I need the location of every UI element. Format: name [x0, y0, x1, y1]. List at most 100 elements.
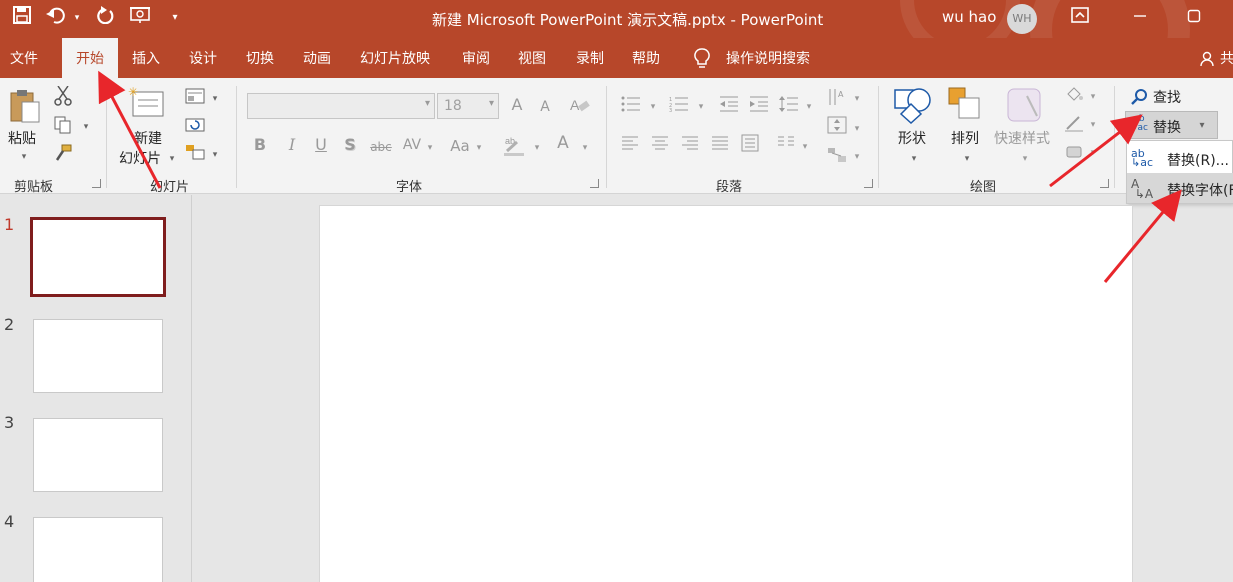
- new-slide-dropdown-icon[interactable]: ▾: [167, 150, 177, 168]
- clipboard-launcher-icon[interactable]: [92, 179, 101, 188]
- slide-canvas[interactable]: [319, 205, 1133, 582]
- share-icon[interactable]: [1200, 38, 1220, 78]
- text-direction-dropdown-icon[interactable]: ▾: [852, 90, 862, 108]
- paste-button[interactable]: 粘贴: [8, 128, 36, 148]
- ribbon-display-icon[interactable]: [1068, 6, 1092, 30]
- tab-animations[interactable]: 动画: [303, 38, 331, 78]
- italic-icon[interactable]: I: [284, 136, 300, 154]
- quick-styles-dropdown-icon[interactable]: ▾: [1020, 150, 1030, 168]
- shapes-button[interactable]: 形状: [898, 128, 926, 148]
- avatar[interactable]: WH: [1007, 4, 1037, 34]
- shape-effects-dropdown-icon[interactable]: ▾: [1088, 144, 1098, 162]
- tab-view[interactable]: 视图: [518, 38, 546, 78]
- shrink-font-icon[interactable]: A: [537, 98, 553, 116]
- font-color-dropdown-icon[interactable]: ▾: [580, 139, 590, 157]
- copy-dropdown-icon[interactable]: ▾: [80, 118, 92, 136]
- highlight-dropdown-icon[interactable]: ▾: [532, 139, 542, 157]
- text-shadow-icon[interactable]: S: [342, 136, 358, 154]
- line-spacing-icon[interactable]: [778, 96, 800, 116]
- layout-icon[interactable]: [184, 88, 206, 108]
- align-right-icon[interactable]: [680, 136, 700, 154]
- arrange-icon[interactable]: [947, 86, 983, 124]
- font-color-icon[interactable]: A: [553, 134, 573, 152]
- font-launcher-icon[interactable]: [590, 179, 599, 188]
- paste-icon[interactable]: [8, 88, 42, 124]
- font-name-combo[interactable]: ▾: [247, 93, 435, 119]
- minimize-icon[interactable]: [1128, 6, 1152, 30]
- columns-icon[interactable]: [776, 136, 796, 154]
- columns-dropdown-icon[interactable]: ▾: [800, 138, 810, 156]
- tab-file[interactable]: 文件: [10, 38, 38, 78]
- new-slide-icon[interactable]: ✳: [128, 85, 168, 120]
- section-icon[interactable]: [184, 144, 206, 164]
- tell-me-search[interactable]: 操作说明搜索: [726, 38, 810, 78]
- paste-dropdown-icon[interactable]: ▾: [18, 148, 30, 166]
- char-spacing-dropdown-icon[interactable]: ▾: [425, 139, 435, 157]
- highlight-icon[interactable]: ab: [503, 134, 525, 160]
- section-dropdown-icon[interactable]: ▾: [210, 146, 220, 164]
- tab-slideshow[interactable]: 幻灯片放映: [360, 38, 430, 78]
- tab-design[interactable]: 设计: [189, 38, 217, 78]
- align-center-icon[interactable]: [650, 136, 670, 154]
- char-spacing-icon[interactable]: AV: [401, 136, 423, 154]
- replace-dropdown-icon[interactable]: ▾: [1196, 117, 1208, 135]
- new-slide-line1[interactable]: 新建: [134, 128, 162, 148]
- tab-review[interactable]: 审阅: [462, 38, 490, 78]
- bold-icon[interactable]: B: [252, 136, 268, 154]
- smartart-icon[interactable]: [826, 146, 848, 168]
- user-name[interactable]: wu hao: [942, 8, 996, 26]
- tab-share[interactable]: 共: [1220, 38, 1233, 78]
- align-left-icon[interactable]: [620, 136, 640, 154]
- tab-record[interactable]: 录制: [576, 38, 604, 78]
- justify-icon[interactable]: [710, 136, 730, 154]
- undo-icon[interactable]: [44, 6, 68, 31]
- restore-icon[interactable]: [1182, 6, 1206, 30]
- copy-icon[interactable]: [54, 116, 72, 138]
- increase-indent-icon[interactable]: [748, 96, 770, 116]
- text-direction-icon[interactable]: A: [826, 88, 848, 110]
- layout-dropdown-icon[interactable]: ▾: [210, 90, 220, 108]
- change-case-icon[interactable]: Aa: [449, 137, 471, 155]
- paragraph-launcher-icon[interactable]: [864, 179, 873, 188]
- slide-thumbnail-2[interactable]: [33, 319, 163, 393]
- arrange-button[interactable]: 排列: [951, 128, 979, 148]
- menu-item-replace-font[interactable]: A ↳A 替换字体(F): [1127, 173, 1233, 203]
- decrease-indent-icon[interactable]: [718, 96, 740, 116]
- slide-thumbnail-1[interactable]: [30, 217, 166, 297]
- tab-home[interactable]: 开始: [62, 38, 118, 78]
- present-icon[interactable]: [128, 6, 154, 31]
- change-case-dropdown-icon[interactable]: ▾: [474, 139, 484, 157]
- menu-item-replace[interactable]: ab ↳ac 替换(R)...: [1127, 143, 1233, 173]
- reset-icon[interactable]: [184, 116, 206, 136]
- slide-thumbnail-4[interactable]: [33, 517, 163, 582]
- tab-help[interactable]: 帮助: [632, 38, 660, 78]
- find-button[interactable]: 查找: [1153, 87, 1181, 107]
- strikethrough-icon[interactable]: abc: [369, 138, 393, 156]
- lightbulb-icon[interactable]: [694, 38, 716, 78]
- shape-effects-icon[interactable]: [1064, 142, 1084, 164]
- line-spacing-dropdown-icon[interactable]: ▾: [804, 98, 814, 116]
- tab-insert[interactable]: 插入: [132, 38, 160, 78]
- tab-transitions[interactable]: 切换: [246, 38, 274, 78]
- smartart-dropdown-icon[interactable]: ▾: [852, 148, 862, 166]
- clear-format-icon[interactable]: A: [569, 96, 591, 118]
- new-slide-line2[interactable]: 幻灯片: [119, 148, 161, 168]
- grow-font-icon[interactable]: A: [508, 96, 526, 114]
- cut-icon[interactable]: [54, 85, 72, 110]
- bullets-icon[interactable]: [620, 96, 642, 116]
- bullets-dropdown-icon[interactable]: ▾: [648, 98, 658, 116]
- distribute-icon[interactable]: [740, 134, 760, 156]
- save-icon[interactable]: [10, 6, 34, 31]
- shape-fill-icon[interactable]: [1064, 86, 1084, 108]
- shape-fill-dropdown-icon[interactable]: ▾: [1088, 88, 1098, 106]
- numbering-icon[interactable]: 123: [668, 96, 690, 116]
- shape-outline-dropdown-icon[interactable]: ▾: [1088, 116, 1098, 134]
- slide-thumbnail-3[interactable]: [33, 418, 163, 492]
- redo-icon[interactable]: [94, 6, 118, 31]
- quick-styles-icon[interactable]: [1005, 86, 1043, 124]
- align-text-icon[interactable]: [826, 116, 848, 138]
- underline-icon[interactable]: U: [313, 136, 329, 154]
- replace-button[interactable]: ab ↳ac 替换 ▾: [1125, 111, 1218, 139]
- align-text-dropdown-icon[interactable]: ▾: [852, 120, 862, 138]
- font-size-combo[interactable]: 18 ▾: [437, 93, 499, 119]
